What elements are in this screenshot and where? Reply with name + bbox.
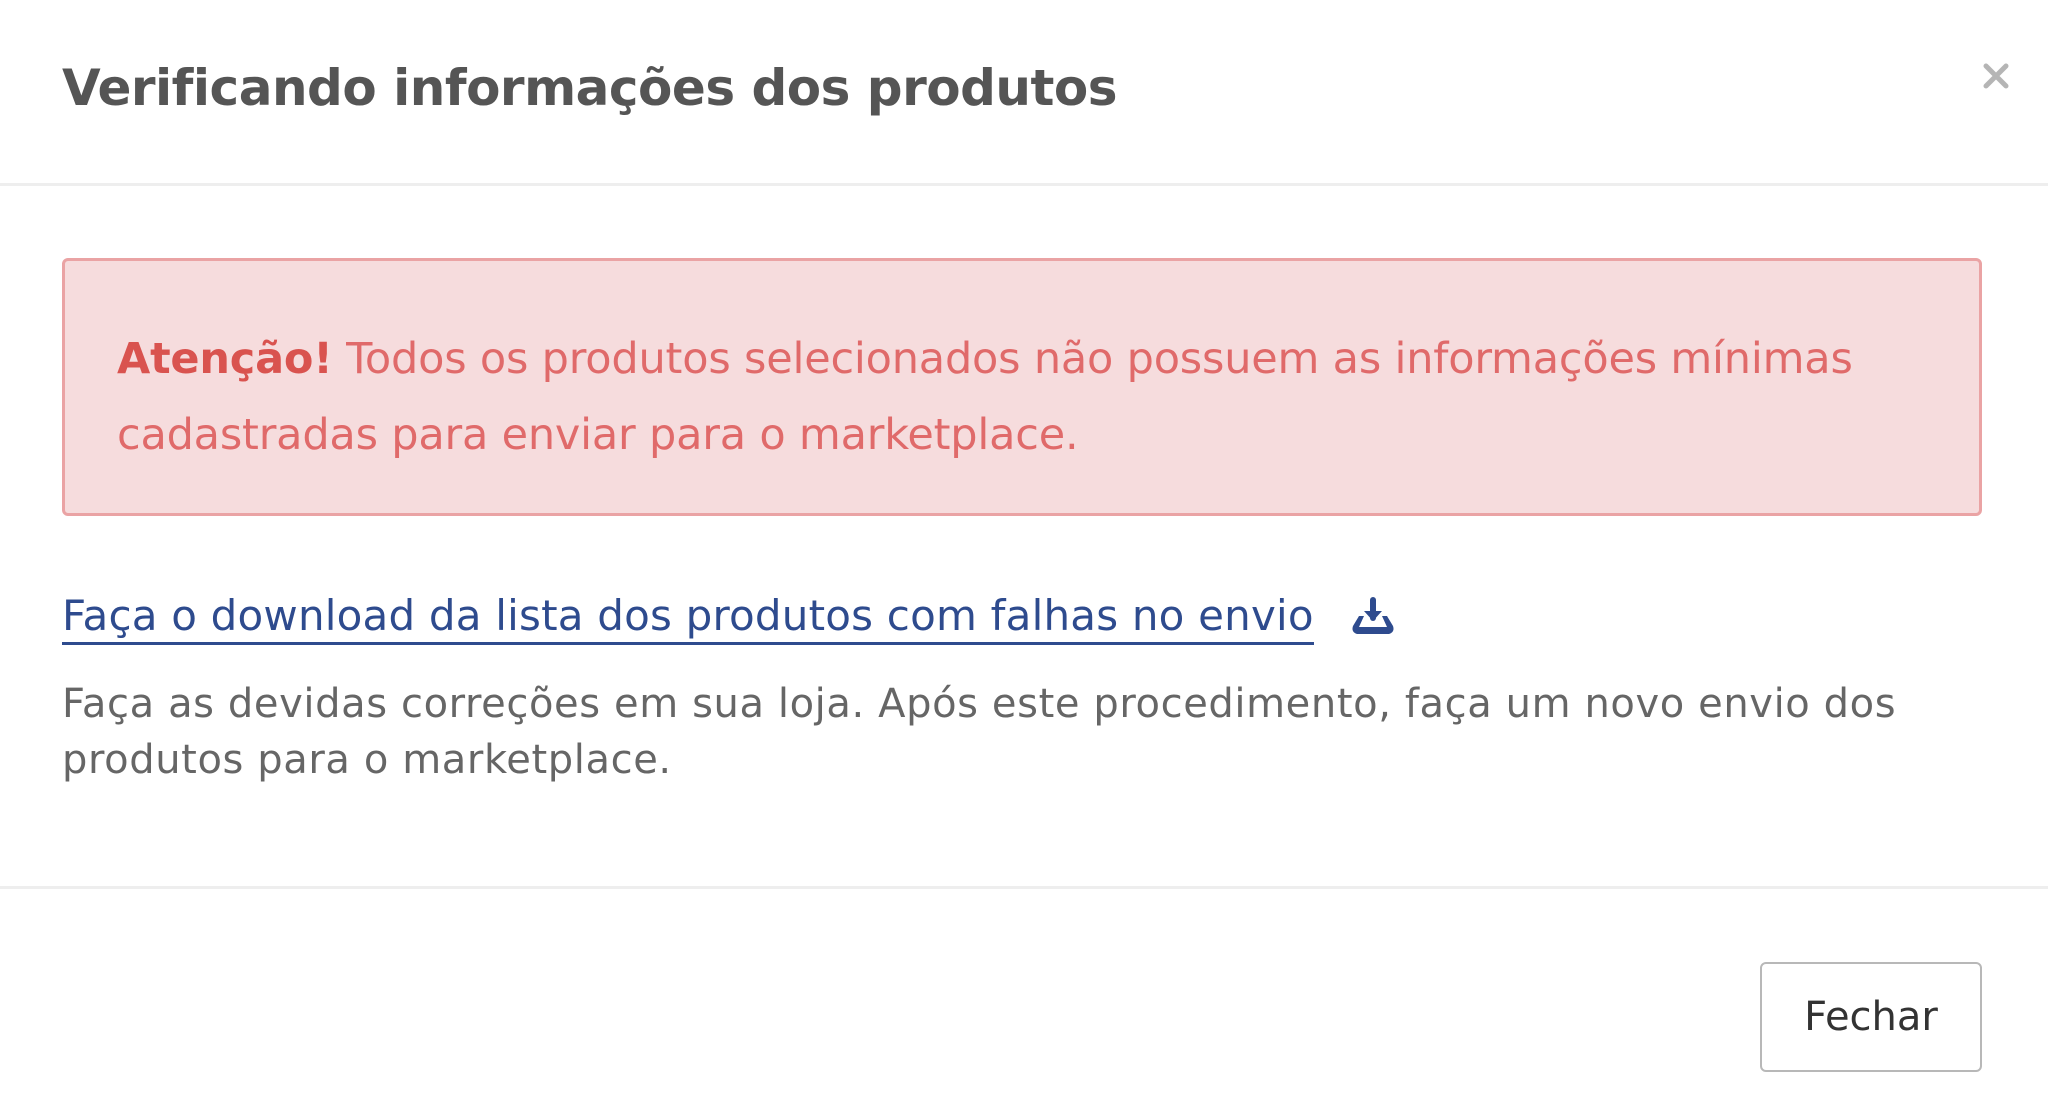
alert-message: Todos os produtos selecionados não possu…: [117, 334, 1853, 460]
help-text: Faça as devidas correções em sua loja. A…: [62, 681, 1897, 783]
modal-footer: Fechar: [0, 886, 2048, 1108]
download-row: Faça o download da lista dos produtos co…: [62, 584, 1399, 648]
alert-label: Atenção!: [117, 334, 333, 384]
download-failed-products-link[interactable]: Faça o download da lista dos produtos co…: [62, 591, 1314, 645]
modal-dialog: Verificando informações dos produtos Ate…: [0, 0, 2048, 1108]
modal-header: Verificando informações dos produtos: [0, 0, 2048, 186]
close-icon: [1972, 44, 2020, 104]
download-icon[interactable]: [1347, 596, 1399, 646]
close-modal-button[interactable]: Fechar: [1760, 962, 1982, 1072]
modal-title: Verificando informações dos produtos: [62, 59, 1118, 117]
alert-danger: Atenção! Todos os produtos selecionados …: [62, 258, 1982, 516]
close-button[interactable]: [1972, 44, 2020, 104]
